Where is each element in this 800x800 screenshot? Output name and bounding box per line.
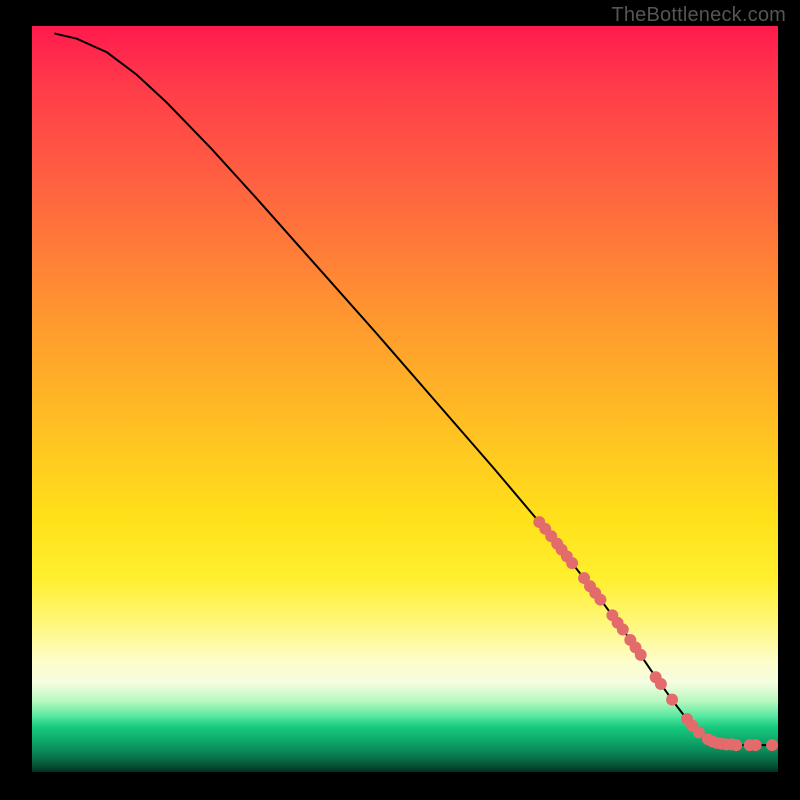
chart-highlight-points (533, 516, 778, 751)
highlight-dot (730, 739, 742, 751)
chart-plot-area (32, 26, 778, 772)
highlight-dot (617, 624, 629, 636)
highlight-dot (594, 594, 606, 606)
highlight-dot (566, 557, 578, 569)
highlight-dot (750, 739, 762, 751)
watermark-text: TheBottleneck.com (611, 4, 786, 27)
highlight-dot (655, 678, 667, 690)
highlight-dot (635, 649, 647, 661)
chart-curve (54, 33, 770, 745)
highlight-dot (766, 739, 778, 751)
highlight-dot (666, 694, 678, 706)
chart-overlay-svg (32, 26, 778, 772)
